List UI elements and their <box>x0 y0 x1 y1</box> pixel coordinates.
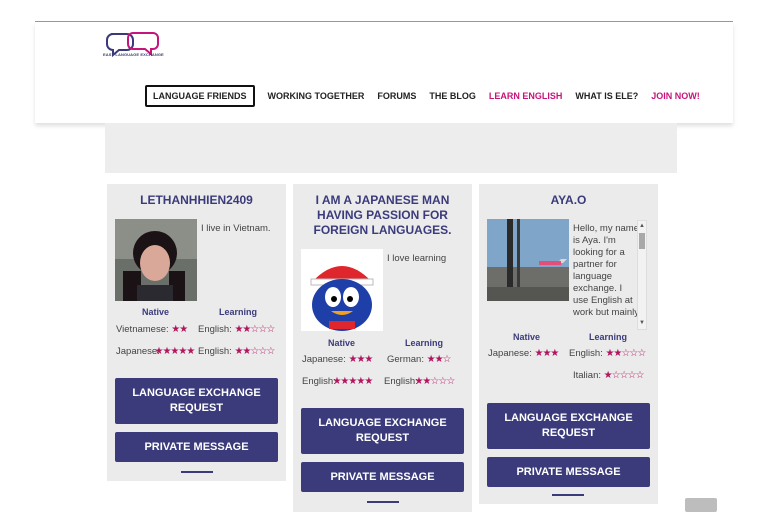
language-name: English: <box>198 324 232 335</box>
private-message-button[interactable]: PRIVATE MESSAGE <box>301 462 464 492</box>
learning-language: German: ★★☆ <box>387 354 452 365</box>
language-name: Italian: <box>573 370 601 381</box>
language-exchange-request-button[interactable]: LANGUAGE EXCHANGE REQUEST <box>487 403 650 449</box>
language-name: Japanese: <box>488 348 532 359</box>
star-rating: ★★☆☆☆ <box>414 376 455 387</box>
native-language: Japanese: ★★★ <box>302 354 373 365</box>
star-rating: ★★☆ <box>426 354 452 365</box>
language-name: Vietnamese: <box>116 324 169 335</box>
main-nav: LANGUAGE FRIENDS WORKING TOGETHER FORUMS… <box>145 85 713 107</box>
nav-working-together[interactable]: WORKING TOGETHER <box>268 91 365 101</box>
language-name: German: <box>387 354 424 365</box>
profile-photo[interactable] <box>301 249 383 331</box>
language-name: English: <box>384 376 418 387</box>
private-message-button[interactable]: PRIVATE MESSAGE <box>487 457 650 487</box>
site-header: EASY LANGUAGE EXCHANGE LANGUAGE FRIENDS … <box>35 22 733 123</box>
bio-scrollbar[interactable]: ▲ ▼ <box>637 220 647 330</box>
profile-card: I AM A JAPANESE MAN HAVING PASSION FOR F… <box>293 184 472 512</box>
learning-heading: Learning <box>589 332 628 342</box>
back-to-top-button[interactable] <box>685 498 717 512</box>
profile-card: LETHANHHIEN2409 I live in Vietnam. Nativ… <box>107 184 286 481</box>
star-rating: ★★★ <box>534 348 559 359</box>
nav-forums[interactable]: FORUMS <box>377 91 416 101</box>
profile-photo[interactable] <box>487 219 569 301</box>
learning-language: Italian: ★☆☆☆☆ <box>573 370 645 381</box>
scroll-up-icon[interactable]: ▲ <box>639 223 645 229</box>
learning-language: English: ★★☆☆☆ <box>198 346 275 357</box>
star-rating: ★★★★★ <box>332 376 373 387</box>
nav-language-friends[interactable]: LANGUAGE FRIENDS <box>145 85 255 107</box>
language-exchange-request-button[interactable]: LANGUAGE EXCHANGE REQUEST <box>115 378 278 424</box>
profile-bio: I love learning <box>387 253 447 264</box>
language-name: English: <box>302 376 336 387</box>
language-name: Japanese: <box>302 354 346 365</box>
learning-heading: Learning <box>219 307 258 317</box>
learning-heading: Learning <box>405 338 444 348</box>
learning-language: English: ★★☆☆☆ <box>384 376 455 387</box>
native-heading: Native <box>513 332 541 342</box>
scroll-thumb[interactable] <box>639 233 645 249</box>
language-name: English: <box>569 348 603 359</box>
native-language: Japanese: ★★★ <box>488 348 559 359</box>
profile-photo[interactable] <box>115 219 197 301</box>
logo-text: EASY LANGUAGE EXCHANGE <box>103 52 164 57</box>
nav-learn-english[interactable]: LEARN ENGLISH <box>489 91 563 101</box>
star-rating: ★★★★★ <box>154 346 195 357</box>
native-language: Japanese: ★★★★★ <box>116 346 195 357</box>
native-heading: Native <box>328 338 356 348</box>
star-rating: ★★★ <box>348 354 373 365</box>
native-language: Vietnamese: ★★ <box>116 324 188 335</box>
profile-bio: I live in Vietnam. <box>201 223 271 234</box>
hero-band <box>105 123 677 173</box>
learning-language: English: ★★☆☆☆ <box>569 348 646 359</box>
nav-what-is-ele[interactable]: WHAT IS ELE? <box>575 91 638 101</box>
star-rating: ★★☆☆☆ <box>234 324 275 335</box>
profile-name[interactable]: AYA.O <box>479 193 658 208</box>
star-rating: ★☆☆☆☆ <box>603 370 645 381</box>
scroll-down-icon[interactable]: ▼ <box>639 320 645 326</box>
star-rating: ★★ <box>171 324 188 335</box>
language-exchange-request-button[interactable]: LANGUAGE EXCHANGE REQUEST <box>301 408 464 454</box>
private-message-button[interactable]: PRIVATE MESSAGE <box>115 432 278 462</box>
star-rating: ★★☆☆☆ <box>605 348 646 359</box>
language-name: English: <box>198 346 232 357</box>
native-heading: Native <box>142 307 170 317</box>
profile-bio: Hello, my name is Aya. I'm looking for a… <box>573 223 639 318</box>
card-underline <box>367 501 399 503</box>
card-underline <box>181 471 213 473</box>
nav-join-now[interactable]: JOIN NOW! <box>651 91 700 101</box>
nav-the-blog[interactable]: THE BLOG <box>429 91 476 101</box>
profile-name[interactable]: I AM A JAPANESE MAN HAVING PASSION FOR F… <box>293 193 472 238</box>
profile-name[interactable]: LETHANHHIEN2409 <box>107 193 286 208</box>
learning-language: English: ★★☆☆☆ <box>198 324 275 335</box>
profile-card: AYA.O Hello, my name is Aya. I'm looking… <box>479 184 658 504</box>
star-rating: ★★☆☆☆ <box>234 346 275 357</box>
card-underline <box>552 494 584 496</box>
native-language: English: ★★★★★ <box>302 376 373 387</box>
